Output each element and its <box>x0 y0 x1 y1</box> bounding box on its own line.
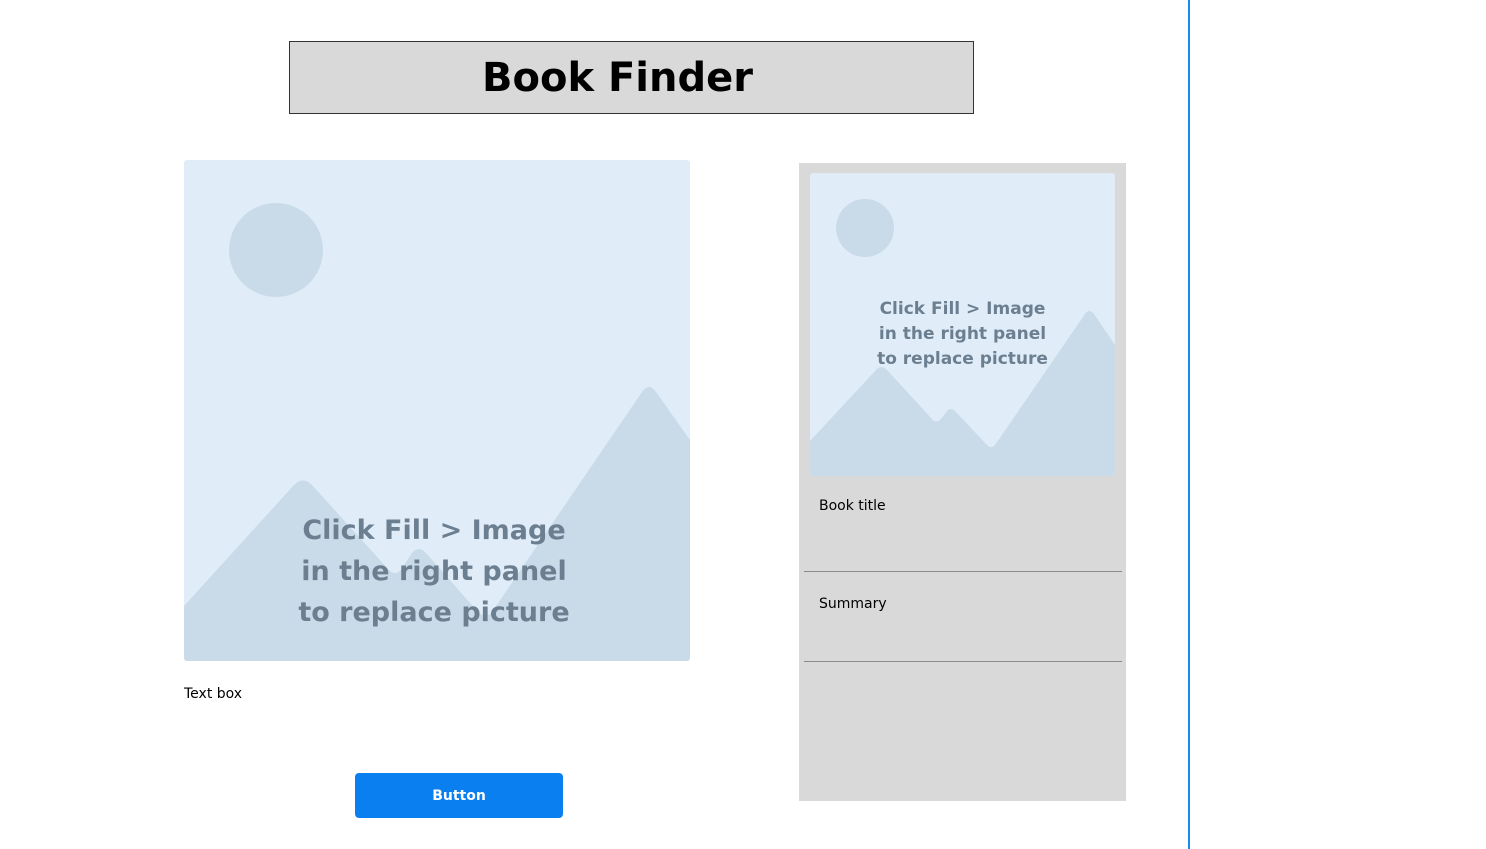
book-cover-placeholder[interactable]: Click Fill > Image in the right panel to… <box>810 173 1115 476</box>
action-button[interactable]: Button <box>355 773 563 818</box>
book-cover-hint: Click Fill > Image in the right panel to… <box>810 297 1115 372</box>
book-title-label: Book title <box>819 498 886 514</box>
main-image-hint-line: Click Fill > Image <box>302 515 566 546</box>
text-box[interactable]: Text box <box>184 686 242 702</box>
book-cover-hint-line: to replace picture <box>877 349 1048 369</box>
page-title: Book Finder <box>482 54 753 101</box>
divider <box>804 661 1122 662</box>
book-cover-hint-line: Click Fill > Image <box>879 299 1046 319</box>
main-image-placeholder[interactable]: Click Fill > Image in the right panel to… <box>184 160 690 661</box>
main-image-hint-line: in the right panel <box>301 556 567 587</box>
main-image-hint-line: to replace picture <box>298 597 570 628</box>
main-image-hint: Click Fill > Image in the right panel to… <box>184 510 690 633</box>
summary-label: Summary <box>819 596 887 612</box>
divider <box>804 571 1122 572</box>
book-card: Click Fill > Image in the right panel to… <box>799 163 1126 801</box>
artboard-edge-line <box>1188 0 1190 849</box>
title-bar: Book Finder <box>289 41 974 114</box>
canvas: Book Finder Click Fill > Image in the ri… <box>0 0 1486 849</box>
book-cover-hint-line: in the right panel <box>878 324 1047 344</box>
